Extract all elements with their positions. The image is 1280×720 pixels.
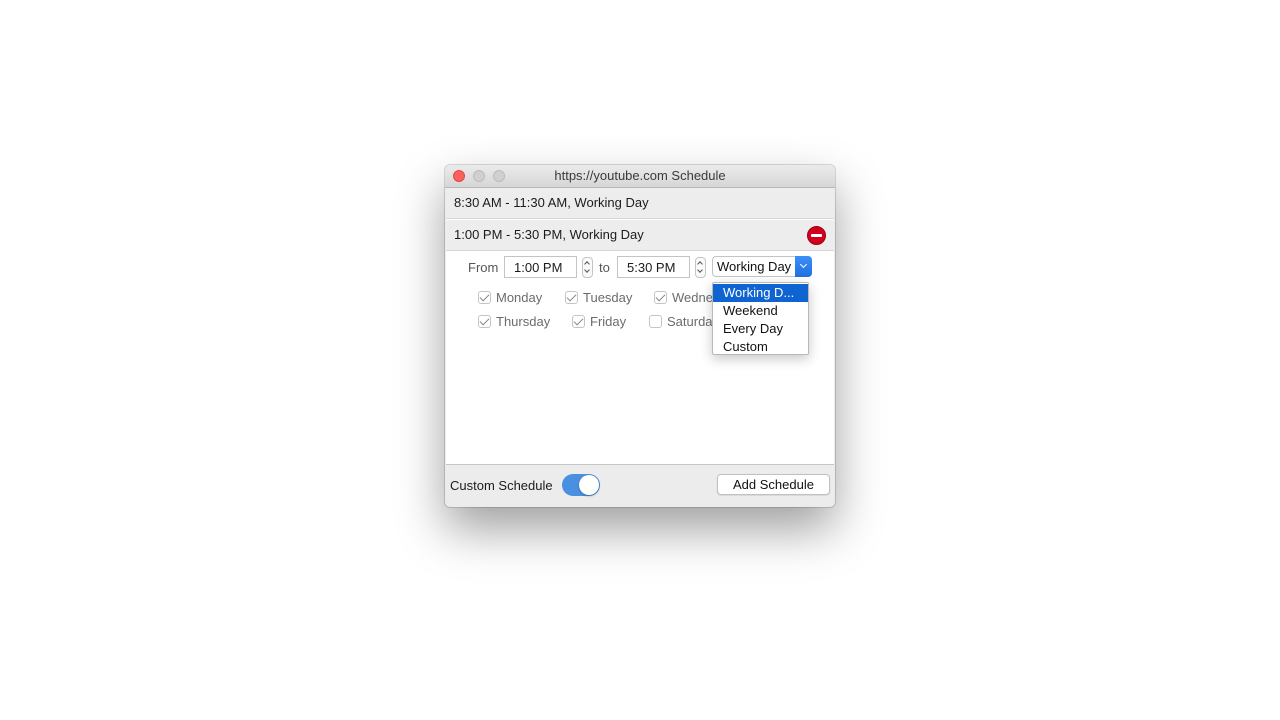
day-monday[interactable]: Monday [478, 290, 558, 306]
window-title: https://youtube.com Schedule [554, 168, 726, 183]
to-time-stepper[interactable] [695, 257, 706, 278]
footer-bar: Custom Schedule Add Schedule [445, 465, 835, 507]
to-time-field[interactable]: 5:30 PM [617, 256, 690, 278]
menu-item-every-day[interactable]: Every Day [713, 320, 808, 338]
menu-item-working-day[interactable]: Working D... [713, 284, 808, 302]
day-friday[interactable]: Friday [572, 314, 642, 330]
checkbox[interactable] [649, 315, 662, 328]
remove-schedule-icon[interactable] [807, 226, 826, 245]
day-wednesday[interactable]: Wedne [654, 290, 712, 306]
day-tuesday[interactable]: Tuesday [565, 290, 645, 306]
schedule-row-label: 1:00 PM - 5:30 PM, Working Day [454, 227, 644, 242]
checkbox[interactable] [478, 315, 491, 328]
preset-value: Working Day [717, 259, 792, 274]
title-bar[interactable]: https://youtube.com Schedule [445, 165, 835, 188]
toggle-knob [579, 475, 599, 495]
custom-schedule-toggle[interactable] [562, 474, 600, 496]
custom-schedule-label: Custom Schedule [450, 478, 553, 493]
day-thursday[interactable]: Thursday [478, 314, 558, 330]
checkbox[interactable] [572, 315, 585, 328]
from-time-field[interactable]: 1:00 PM [504, 256, 577, 278]
schedule-row-label: 8:30 AM - 11:30 AM, Working Day [454, 195, 649, 210]
from-label: From [468, 260, 499, 275]
to-label: to [599, 260, 610, 275]
schedule-row-selected[interactable]: 1:00 PM - 5:30 PM, Working Day [446, 220, 834, 251]
day-saturday[interactable]: Saturda [649, 314, 712, 330]
menu-item-weekend[interactable]: Weekend [713, 302, 808, 320]
menu-item-custom[interactable]: Custom [713, 338, 808, 356]
preset-popup-button[interactable]: Working Day [712, 256, 812, 277]
checkbox[interactable] [565, 291, 578, 304]
add-schedule-button[interactable]: Add Schedule [717, 474, 830, 495]
checkbox[interactable] [654, 291, 667, 304]
from-time-stepper[interactable] [582, 257, 593, 278]
chevron-down-icon [795, 256, 812, 277]
preset-dropdown-menu: Working D... Weekend Every Day Custom [712, 282, 809, 355]
checkbox[interactable] [478, 291, 491, 304]
schedule-row[interactable]: 8:30 AM - 11:30 AM, Working Day [446, 188, 834, 219]
